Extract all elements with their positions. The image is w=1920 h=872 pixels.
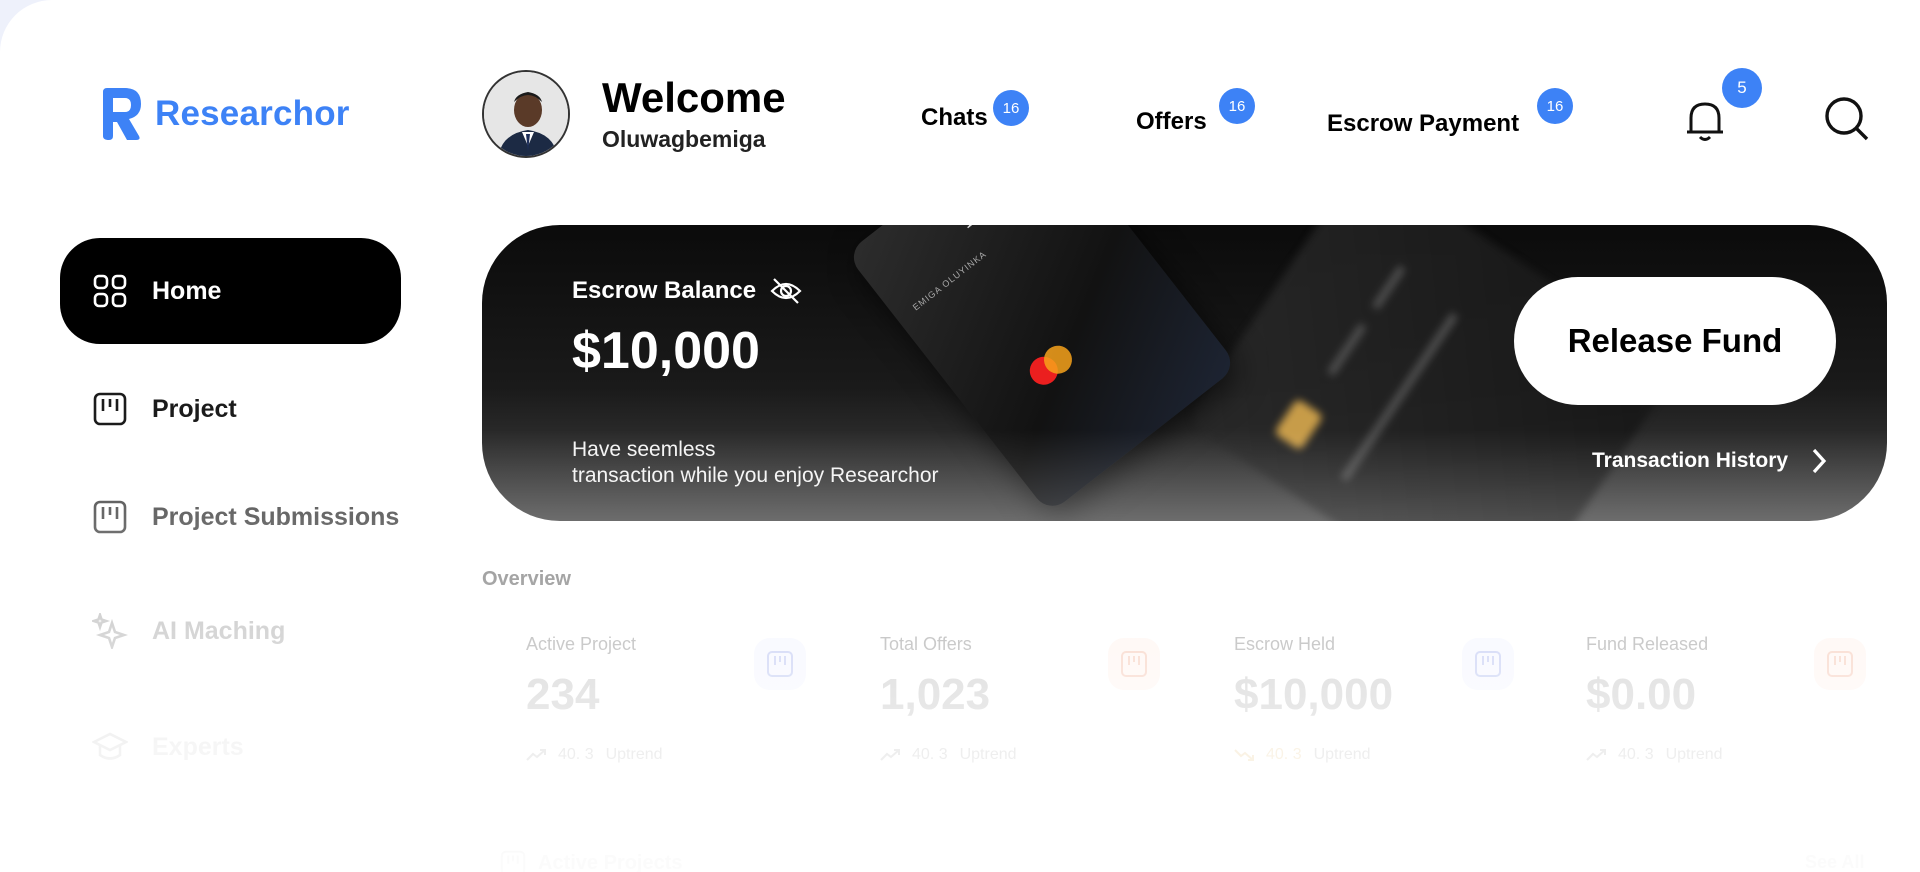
chevron-right-icon	[1812, 448, 1827, 474]
card-detail	[1326, 322, 1367, 377]
nav-escrow-payment[interactable]: Escrow Payment	[1327, 110, 1519, 138]
sidebar-item-label: Home	[152, 276, 222, 305]
stat-label: Total Offers	[880, 634, 972, 654]
sparkle-icon	[92, 613, 128, 649]
stat-label: Fund Released	[1586, 634, 1709, 654]
trend-label: Uptrend	[959, 746, 1017, 763]
stat-label: Active Project	[526, 634, 637, 654]
card-chip	[1273, 398, 1324, 451]
transaction-history-link[interactable]: Transaction History	[1592, 447, 1828, 475]
avatar-image	[484, 72, 568, 156]
overview-stats: Active Project 234 40. 3 Uptrend Total O…	[482, 610, 1887, 800]
trend-label: Uptrend	[1665, 746, 1723, 763]
trend-value: 40. 3	[558, 746, 594, 763]
trend-label: Uptrend	[605, 746, 663, 763]
active-projects-header: Active Projects	[500, 850, 683, 872]
user-avatar[interactable]	[482, 70, 570, 158]
project-icon	[1462, 638, 1514, 690]
trend-up-icon	[526, 749, 546, 761]
welcome-block: Welcome Oluwagbemiga	[602, 74, 786, 153]
stat-value: 1,023	[880, 670, 991, 719]
stat-trend: 40. 3 Uptrend	[1586, 746, 1723, 764]
escrow-balance-card: EMIGA OLUYINKA 1238 0987 Escrow Balance …	[482, 225, 1887, 521]
stat-card-fund-released[interactable]: Fund Released $0.00 40. 3 Uptrend	[1542, 610, 1882, 780]
sidebar-item-experts[interactable]: Experts	[60, 694, 401, 800]
notification-count-badge: 5	[1722, 68, 1762, 108]
brand-logo[interactable]: Researchor	[99, 86, 350, 142]
escrow-balance-title: Escrow Balance	[572, 277, 802, 305]
search-icon[interactable]	[1824, 96, 1870, 142]
sidebar-item-label: Project Submissions	[152, 502, 400, 531]
offers-count-badge: 16	[1219, 88, 1255, 124]
see-all-link[interactable]: See All	[1805, 852, 1864, 872]
description-line: transaction while you enjoy Researchor	[572, 464, 939, 487]
sidebar-item-home[interactable]: Home	[60, 238, 401, 344]
release-fund-button[interactable]: Release Fund	[1514, 277, 1836, 405]
trend-down-icon	[1234, 749, 1254, 761]
sidebar-item-label: Project	[152, 394, 237, 423]
chats-count-badge: 16	[993, 90, 1029, 126]
active-projects-title: Active Projects	[538, 851, 683, 872]
card-number: 1238	[957, 225, 1009, 233]
sidebar-nav: Home Project Project Submissions AI Mach…	[60, 238, 401, 812]
eye-off-icon[interactable]	[770, 277, 802, 305]
researchor-logo-icon	[103, 88, 141, 140]
trend-value: 40. 3	[1618, 746, 1654, 763]
grid-icon	[93, 274, 127, 308]
sidebar-item-label: Experts	[152, 732, 244, 761]
graduation-cap-icon	[92, 732, 128, 760]
balance-description: Have seemless transaction while you enjo…	[572, 437, 939, 489]
stat-card-active-project[interactable]: Active Project 234 40. 3 Uptrend	[482, 610, 822, 780]
trend-label: Uptrend	[1313, 746, 1371, 763]
user-name: Oluwagbemiga	[602, 126, 766, 152]
stat-value: 234	[526, 670, 600, 719]
stat-value: $0.00	[1586, 670, 1697, 719]
sidebar-item-project-submissions[interactable]: Project Submissions	[60, 464, 401, 570]
escrow-balance-label: Escrow Balance	[572, 277, 757, 304]
brand-name: Researchor	[155, 94, 350, 133]
dashboard-app: Researchor Home Project Project Submissi…	[0, 0, 1920, 872]
nav-chats[interactable]: Chats	[921, 104, 988, 132]
trend-up-icon	[1586, 749, 1606, 761]
description-line: Have seemless	[572, 438, 716, 461]
sidebar-item-ai-matching[interactable]: AI Maching	[60, 578, 401, 684]
project-icon	[1108, 638, 1160, 690]
trend-value: 40. 3	[1266, 746, 1302, 763]
sidebar-item-label: AI Maching	[152, 616, 286, 645]
stat-value: $10,000	[1234, 670, 1394, 719]
project-icon	[500, 850, 526, 872]
transaction-history-label: Transaction History	[1592, 449, 1789, 472]
stat-trend: 40. 3 Uptrend	[526, 746, 663, 764]
stat-trend: 40. 3 Uptrend	[880, 746, 1017, 764]
nav-offers[interactable]: Offers	[1136, 108, 1207, 136]
project-icon	[754, 638, 806, 690]
project-icon	[1814, 638, 1866, 690]
stat-card-escrow-held[interactable]: Escrow Held $10,000 40. 3 Uptrend	[1190, 610, 1530, 780]
stat-card-total-offers[interactable]: Total Offers 1,023 40. 3 Uptrend	[836, 610, 1176, 780]
card-holder: EMIGA OLUYINKA	[910, 248, 989, 313]
bell-icon[interactable]	[1683, 96, 1727, 144]
stat-label: Escrow Held	[1234, 634, 1336, 654]
stat-trend: 40. 3 Uptrend	[1234, 746, 1371, 764]
welcome-heading: Welcome	[602, 74, 786, 121]
project-icon	[93, 392, 127, 426]
card-detail	[1371, 264, 1407, 311]
overview-title: Overview	[482, 568, 571, 590]
sidebar-item-project[interactable]: Project	[60, 356, 401, 462]
trend-value: 40. 3	[912, 746, 948, 763]
escrow-count-badge: 16	[1537, 88, 1573, 124]
trend-up-icon	[880, 749, 900, 761]
project-icon	[93, 500, 127, 534]
escrow-balance-amount: $10,000	[572, 322, 760, 380]
